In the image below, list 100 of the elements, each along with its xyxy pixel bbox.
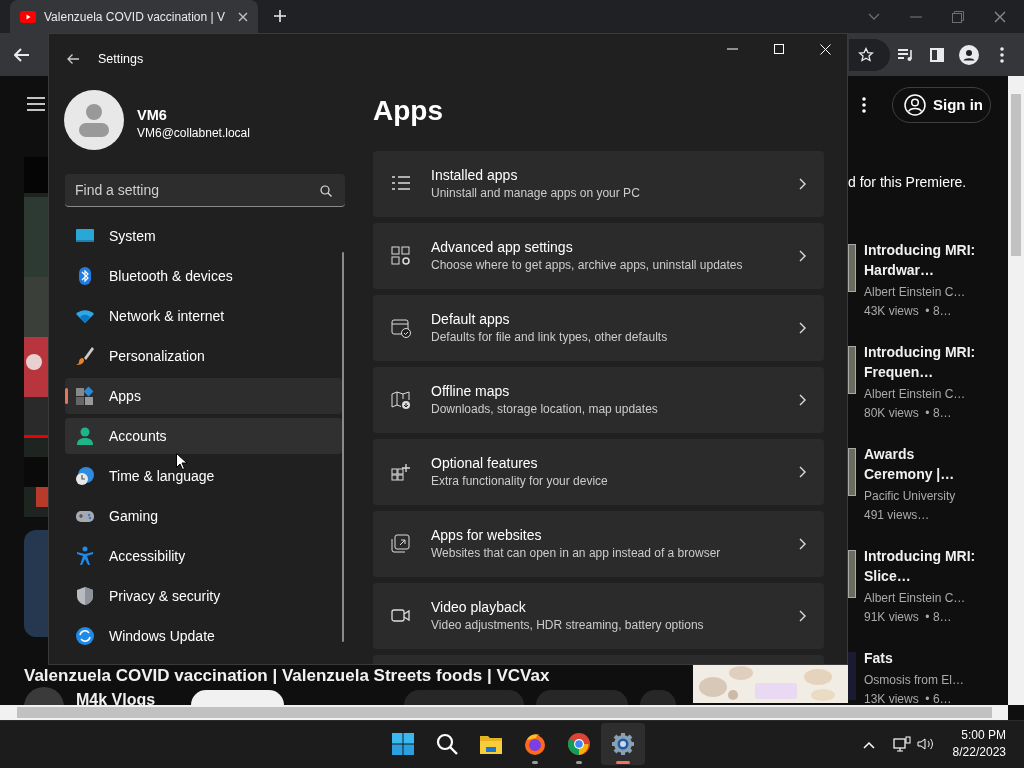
clock-date: 8/22/2023 [952,744,1006,761]
nav-item[interactable]: Network & internet [65,298,342,334]
back-arrow-icon[interactable] [14,48,30,62]
side-panel-icon[interactable] [930,48,944,62]
nav-item[interactable]: Windows Update [65,618,342,654]
settings-card[interactable]: Advanced app settings Choose where to get apps, archive apps, uninstall updates [373,223,824,289]
volume-icon[interactable] [917,737,933,751]
premiere-note: d for this Premiere. [848,173,967,192]
settings-card[interactable]: Offline maps Downloads, storage location, map updates [373,367,824,433]
card-description: Defaults for file and link types, other defaults [431,329,669,346]
nav-item[interactable]: System [65,218,342,254]
video-thumbnail[interactable] [848,244,856,292]
chevron-up-icon[interactable] [863,741,875,749]
chevron-right-icon [799,322,806,334]
nav-item[interactable]: Apps [65,378,342,414]
chevron-down-icon[interactable] [868,12,880,21]
page-heading: Apps [373,94,443,128]
selection-indicator [65,388,68,404]
more-icon[interactable] [1000,47,1004,63]
related-video-title[interactable]: Awards Ceremony |… [864,444,984,484]
network-icon[interactable] [893,736,911,752]
card-description: Extra functionality for your device [431,473,609,490]
address-bar[interactable] [849,39,890,71]
video-logo-icon [20,10,36,23]
chevron-right-icon [799,250,806,262]
chevron-right-icon [799,538,806,550]
related-meta: 13K views • 6… [864,691,953,708]
gear-icon [611,732,635,756]
close-icon[interactable] [238,11,248,22]
related-channel: Albert Einstein C… [864,284,967,301]
related-video-title[interactable]: Introducing MRI: Hardwar… [864,240,984,280]
settings-category-icon [75,386,95,406]
video-thumbnail[interactable] [848,448,856,496]
settings-card[interactable]: Apps for websites Websites that can open in an app instead of a browser [373,511,824,577]
nav-item[interactable]: Accessibility [65,538,342,574]
more-icon[interactable] [862,97,866,113]
related-channel: Osmosis from El… [864,672,965,689]
tab-title: Valenzuela COVID vaccination | V [44,8,226,26]
settings-card[interactable]: Optional features Extra functionality for your device [373,439,824,505]
chevron-right-icon [799,394,806,406]
video-thumbnail[interactable] [848,346,856,394]
profile-icon[interactable] [959,45,979,65]
subscribe-button[interactable] [191,690,284,705]
maximize-icon[interactable] [774,44,784,54]
card-icon [391,534,411,554]
related-meta: 43K views • 8… [864,303,953,320]
settings-card[interactable]: Video playback Video adjustments, HDR streaming, battery options [373,583,824,649]
card-description: Downloads, storage location, map updates [431,401,659,418]
start-icon [391,732,415,756]
video-thumbnail[interactable] [848,652,856,700]
new-tab-icon[interactable] [273,9,287,23]
card-icon [391,246,411,266]
vertical-scrollbar[interactable] [1008,76,1024,705]
channel-name: M4k Vlogs [76,690,156,710]
chrome-icon [567,732,591,756]
account-circle-icon [904,94,926,116]
card-title: Installed apps [431,166,519,184]
nav-item[interactable]: Personalization [65,338,342,374]
avatar-icon [64,90,124,150]
fox-browser-icon [523,732,547,756]
user-name: VM6 [137,106,167,125]
settings-card[interactable]: Installed apps Uninstall and manage apps on your PC [373,151,824,217]
related-channel: Albert Einstein C… [864,386,967,403]
clock-time: 5:00 PM [961,727,1006,744]
related-meta: 80K views • 8… [864,405,953,422]
clock[interactable]: 5:00 PM 8/22/2023 [940,727,1006,761]
card-description: Uninstall and manage apps on your PC [431,185,641,202]
scrollbar[interactable] [342,252,344,642]
settings-category-icon [75,586,95,606]
card-description: Websites that can open in an app instead of a browser [431,545,722,562]
menu-icon[interactable] [27,97,45,111]
related-channel: Pacific University [864,488,957,505]
settings-category-icon [75,426,95,446]
related-meta: 491 views… [864,507,931,524]
settings-card[interactable]: Default apps Defaults for file and link types, other defaults [373,295,824,361]
horizontal-scrollbar[interactable] [0,705,1008,720]
card-title: Optional features [431,454,539,472]
related-video-title[interactable]: Introducing MRI: Frequen… [864,342,984,382]
card-title: Video playback [431,598,527,616]
related-video-title[interactable]: Introducing MRI: Slice… [864,546,984,586]
nav-item[interactable]: Privacy & security [65,578,342,614]
nav-item[interactable]: Accounts [65,418,342,454]
back-arrow-icon[interactable] [66,53,80,65]
nav-item[interactable]: Bluetooth & devices [65,258,342,294]
chevron-right-icon [799,178,806,190]
video-thumbnail[interactable] [848,550,856,598]
nav-item[interactable]: Time & language [65,458,342,494]
playlist-icon[interactable] [897,48,915,62]
search-field[interactable]: Find a setting [65,174,345,207]
star-icon[interactable] [858,47,874,63]
mouse-pointer-icon [176,453,187,470]
search-icon [435,732,459,756]
card-title: Advanced app settings [431,238,574,256]
nav-item[interactable]: Gaming [65,498,342,534]
search-icon[interactable] [320,185,332,197]
settings-category-icon [75,466,95,486]
browser-tab[interactable]: Valenzuela COVID vaccination | V [10,0,258,33]
card-title: Default apps [431,310,511,328]
restore-icon[interactable] [952,10,964,23]
related-video-title[interactable]: Fats [864,648,984,668]
